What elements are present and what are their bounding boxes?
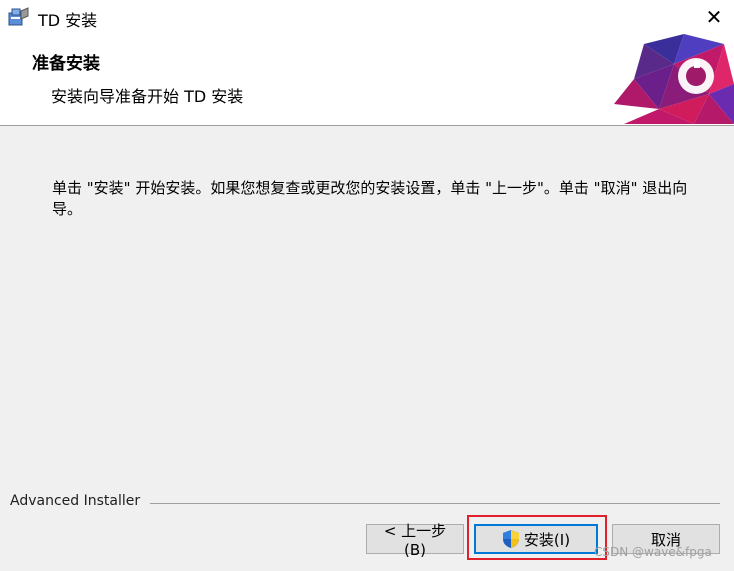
back-button[interactable]: < 上一步(B): [366, 522, 464, 559]
close-button[interactable]: ✕: [694, 0, 734, 34]
watermark: CSDN @wave&fpga: [594, 545, 712, 559]
brand-label: Advanced Installer: [10, 493, 147, 509]
installer-logo-icon: [614, 34, 734, 124]
install-highlight-box: [467, 515, 607, 560]
brand-divider: Advanced Installer: [0, 493, 734, 513]
page-title: 准备安装: [32, 54, 100, 74]
back-button-label: < 上一步(B): [383, 521, 447, 559]
instruction-text: 单击 "安装" 开始安装。如果您想复查或更改您的安装设置，单击 "上一步"。单击…: [52, 179, 688, 218]
window-title: TD 安装: [38, 11, 98, 30]
close-icon: ✕: [705, 5, 723, 29]
wizard-header: 准备安装 安装向导准备开始 TD 安装: [0, 34, 734, 126]
page-subtitle: 安装向导准备开始 TD 安装: [51, 87, 244, 106]
divider-line: [150, 503, 720, 504]
title-bar: TD 安装 ✕: [0, 0, 734, 34]
installer-app-icon: [8, 7, 29, 26]
